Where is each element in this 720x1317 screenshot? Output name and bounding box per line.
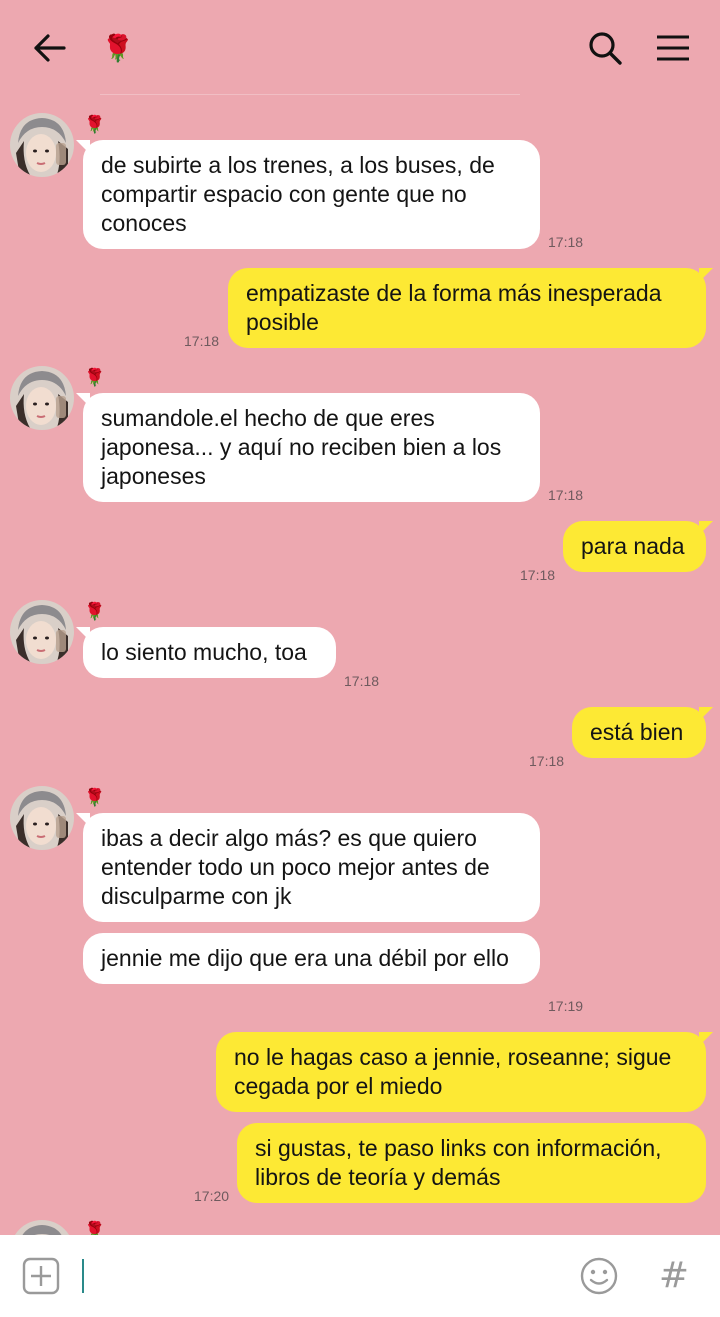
hashtag-icon[interactable]: # <box>654 1253 694 1299</box>
contact-avatar[interactable] <box>10 1220 74 1235</box>
contact-avatar[interactable] <box>10 113 74 177</box>
message-time: 17:20 <box>194 1188 230 1204</box>
header-divider <box>100 94 520 95</box>
back-arrow-icon[interactable] <box>24 26 76 70</box>
contact-avatar[interactable] <box>10 366 74 430</box>
message-time: 17:18 <box>548 234 584 250</box>
message-bubble-incoming[interactable]: lo siento mucho, toa <box>76 627 336 678</box>
menu-icon[interactable] <box>648 26 698 70</box>
emoji-icon[interactable] <box>578 1255 620 1297</box>
message-time: 17:18 <box>184 333 220 349</box>
contact-avatar[interactable] <box>10 786 74 850</box>
attach-plus-icon[interactable] <box>22 1257 60 1295</box>
contact-avatar[interactable] <box>10 600 74 664</box>
message-input[interactable] <box>82 1259 84 1293</box>
chat-header: 🌹 <box>0 0 720 96</box>
sender-rose-icon: 🌹 <box>84 1221 106 1235</box>
chat-title-rose-icon: 🌹 <box>101 33 135 63</box>
sender-rose-icon: 🌹 <box>84 788 106 807</box>
message-bubble-incoming[interactable]: sumandole.el hecho de que eres japonesa.… <box>76 393 540 502</box>
message-bubble-outgoing[interactable]: empatizaste de la forma más inesperada p… <box>228 268 713 348</box>
message-list[interactable]: 🌹 de subirte a los trenes, a los buses, … <box>0 96 720 1235</box>
message-bubble-outgoing[interactable]: no le hagas caso a jennie, roseanne; sig… <box>216 1032 713 1112</box>
message-time: 17:18 <box>344 673 380 689</box>
message-time: 17:19 <box>548 998 584 1014</box>
message-bubble-incoming[interactable]: jennie me dijo que era una débil por ell… <box>83 933 540 984</box>
search-icon[interactable] <box>580 26 630 70</box>
sender-rose-icon: 🌹 <box>84 115 106 134</box>
message-time: 17:18 <box>520 567 556 583</box>
message-bubble-outgoing[interactable]: si gustas, te paso links con información… <box>237 1123 706 1203</box>
sender-rose-icon: 🌹 <box>84 368 106 387</box>
message-time: 17:18 <box>529 753 565 769</box>
message-time: 17:18 <box>548 487 584 503</box>
message-bubble-outgoing[interactable]: para nada <box>563 521 713 572</box>
sender-rose-icon: 🌹 <box>84 602 106 621</box>
message-bubble-outgoing[interactable]: está bien <box>572 707 713 758</box>
message-bubble-incoming[interactable]: de subirte a los trenes, a los buses, de… <box>76 140 540 249</box>
message-bubble-incoming[interactable]: ibas a decir algo más? es que quiero ent… <box>76 813 540 922</box>
message-composer: # <box>0 1235 720 1317</box>
